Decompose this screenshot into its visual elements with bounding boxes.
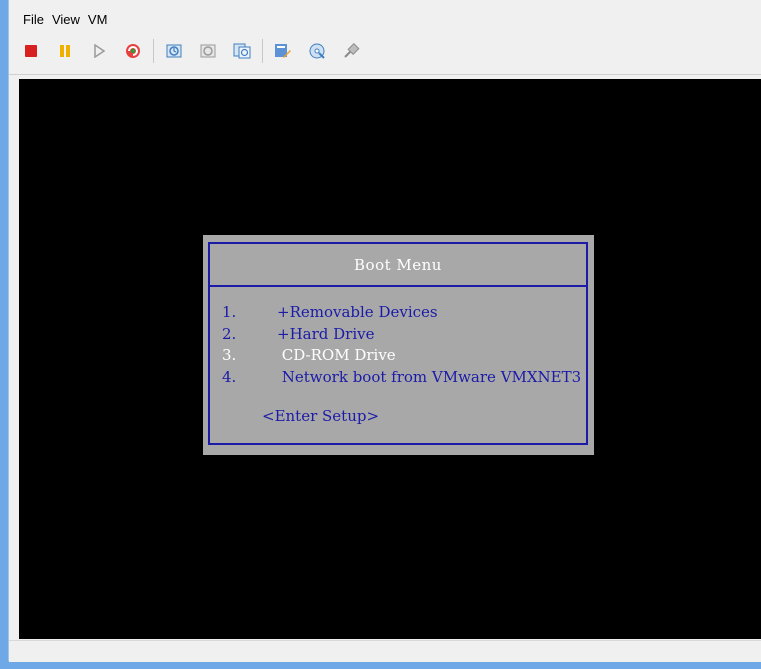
- boot-entries-list: 1. +Removable Devices 2. +Hard Drive 3. …: [222, 302, 588, 388]
- revert-snapshot-button[interactable]: [194, 37, 222, 65]
- toolbar: [17, 34, 757, 68]
- boot-entry-label: +Hard Drive: [277, 324, 375, 343]
- pause-button[interactable]: [51, 37, 79, 65]
- connect-cd-button[interactable]: [303, 37, 331, 65]
- boot-entry-label: +Removable Devices: [277, 303, 438, 321]
- connect-device-icon: [344, 42, 360, 58]
- toolbar-separator: [153, 39, 154, 63]
- boot-entry-number: 1.: [222, 303, 237, 321]
- connect-device-button[interactable]: [337, 37, 365, 65]
- edit-settings-icon: [275, 44, 291, 58]
- pause-icon: [60, 45, 70, 57]
- boot-entry-label: Network boot from VMware VMXNET3: [277, 367, 582, 386]
- take-snapshot-button[interactable]: [160, 37, 188, 65]
- boot-menu-title: Boot Menu: [354, 255, 442, 274]
- boot-entry-number: 2.: [222, 324, 237, 343]
- vm-console-window: File View VM Boot Menu 1. +Removable Dev…: [8, 0, 761, 662]
- snapshot-manager-button[interactable]: [228, 37, 256, 65]
- snapshot-manager-icon: [233, 43, 251, 59]
- play-icon: [94, 44, 106, 58]
- boot-entry-hard-drive[interactable]: 2. +Hard Drive: [222, 324, 588, 346]
- boot-entry-number: 3.: [222, 346, 237, 364]
- power-off-button[interactable]: [17, 37, 45, 65]
- edit-settings-button[interactable]: [269, 37, 297, 65]
- menu-vm[interactable]: VM: [84, 10, 112, 30]
- toolbar-separator: [262, 39, 263, 63]
- boot-menu-header: Boot Menu: [210, 244, 586, 287]
- boot-entry-cdrom[interactable]: 3. CD-ROM Drive: [222, 345, 588, 367]
- reset-button[interactable]: [119, 37, 147, 65]
- snapshot-icon: [166, 44, 182, 58]
- boot-menu-frame: Boot Menu 1. +Removable Devices 2. +Hard…: [208, 242, 588, 445]
- enter-setup-option[interactable]: <Enter Setup>: [262, 407, 379, 425]
- menu-file[interactable]: File: [19, 10, 48, 30]
- boot-entry-label: CD-ROM Drive: [277, 346, 396, 364]
- boot-menu: Boot Menu 1. +Removable Devices 2. +Hard…: [203, 235, 594, 455]
- toolbar-divider: [9, 74, 761, 75]
- boot-entry-number: 4.: [222, 367, 237, 386]
- reset-icon: [126, 44, 140, 58]
- revert-snapshot-icon: [200, 44, 216, 58]
- status-bar: [9, 640, 761, 662]
- vm-console-screen[interactable]: Boot Menu 1. +Removable Devices 2. +Hard…: [19, 79, 761, 639]
- connect-cd-icon: [309, 43, 325, 59]
- menu-bar: File View VM: [19, 10, 111, 30]
- power-off-icon: [25, 45, 37, 57]
- boot-entry-removable[interactable]: 1. +Removable Devices: [222, 302, 588, 324]
- boot-entry-network[interactable]: 4. Network boot from VMware VMXNET3: [222, 367, 588, 389]
- power-on-button[interactable]: [85, 37, 113, 65]
- menu-view[interactable]: View: [48, 10, 84, 30]
